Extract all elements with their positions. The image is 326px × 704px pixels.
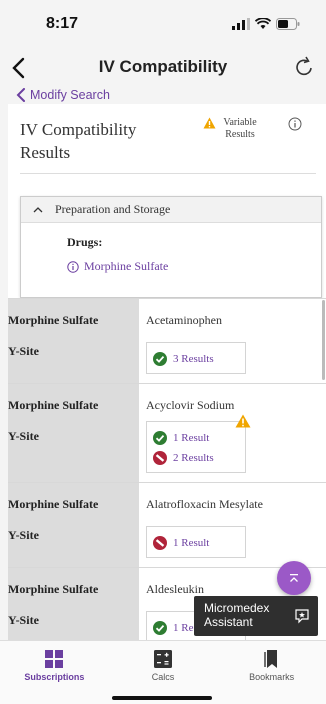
page-title: IV Compatibility xyxy=(98,57,228,76)
table-row[interactable]: Morphine Sulfate Y-Site Alatrofloxacin M… xyxy=(8,482,326,567)
results-list: Morphine Sulfate Y-Site Acetaminophen 3 … xyxy=(8,298,326,647)
result-line: 3 Results xyxy=(153,349,245,369)
grid-icon xyxy=(45,650,64,668)
tab-label: Bookmarks xyxy=(249,672,295,682)
status-time: 8:17 xyxy=(46,15,79,32)
navigation-bar: IV Compatibility xyxy=(0,48,326,86)
bookmark-icon xyxy=(263,650,277,668)
results-title: IV Compatibility Results xyxy=(20,120,137,162)
tab-label: Subscriptions xyxy=(24,672,85,682)
result-label: 3 Results xyxy=(173,353,214,365)
row-drug-cell: Morphine Sulfate Y-Site xyxy=(8,384,139,482)
result-line: 2 Results xyxy=(153,448,245,468)
variable-results-label: Variable Results xyxy=(223,117,257,140)
row-result-cell: Acyclovir Sodium 1 Result 2 Results xyxy=(139,384,326,482)
incompatible-prohibited-icon xyxy=(153,536,167,550)
result-line: 1 Result xyxy=(153,428,245,448)
info-icon xyxy=(67,260,79,273)
row-method: Y-Site xyxy=(8,429,39,443)
preparation-storage-panel: Preparation and Storage Drugs: Morphine … xyxy=(20,196,322,298)
divider xyxy=(20,173,316,174)
info-icon[interactable] xyxy=(288,117,302,131)
result-box[interactable]: 1 Result xyxy=(146,526,246,558)
modify-search-link[interactable]: Modify Search xyxy=(16,86,110,104)
table-row[interactable]: Morphine Sulfate Y-Site Acetaminophen 3 … xyxy=(8,298,326,383)
chevron-up-icon xyxy=(33,207,43,213)
tab-bookmarks[interactable]: Bookmarks xyxy=(217,641,326,704)
chevron-left-icon xyxy=(16,88,25,102)
incompatible-prohibited-icon xyxy=(153,451,167,465)
warning-icon xyxy=(203,117,216,129)
home-indicator xyxy=(112,696,212,700)
signal-icon xyxy=(232,18,250,30)
tab-subscriptions[interactable]: Subscriptions xyxy=(0,641,109,704)
row-drug-name: Morphine Sulfate xyxy=(8,313,99,327)
row-drug-name: Morphine Sulfate xyxy=(8,582,99,596)
assistant-button[interactable]: Micromedex Assistant xyxy=(194,596,318,636)
row-drug-name: Morphine Sulfate xyxy=(8,398,99,412)
result-label: 2 Results xyxy=(173,452,214,464)
result-box[interactable]: 3 Results xyxy=(146,342,246,374)
table-row[interactable]: Morphine Sulfate Y-Site Acyclovir Sodium… xyxy=(8,383,326,482)
calculator-icon xyxy=(154,650,172,668)
compatible-check-icon xyxy=(153,431,167,445)
chevron-up-icon xyxy=(290,574,298,582)
row-drug-cell: Morphine Sulfate Y-Site xyxy=(8,568,139,647)
status-icons xyxy=(232,18,300,30)
scrollbar[interactable] xyxy=(322,300,325,380)
tab-label: Calcs xyxy=(151,672,175,682)
result-box[interactable]: 1 Result 2 Results xyxy=(146,421,246,473)
tab-bar: Subscriptions Calcs Bookmarks xyxy=(0,640,326,704)
variable-results-legend: Variable Results xyxy=(203,117,260,141)
result-line: 1 Result xyxy=(153,533,245,553)
compatible-check-icon xyxy=(153,352,167,366)
results-header-card: IV Compatibility Results Variable Result… xyxy=(8,104,326,298)
row-drug-name: Morphine Sulfate xyxy=(8,497,99,511)
preparation-storage-toggle[interactable]: Preparation and Storage xyxy=(21,197,321,223)
row-method: Y-Site xyxy=(8,344,39,358)
back-chevron-icon[interactable] xyxy=(8,56,32,80)
row-other-drug: Acetaminophen xyxy=(146,313,222,327)
row-result-cell: Alatrofloxacin Mesylate 1 Result xyxy=(139,483,326,567)
drugs-label: Drugs: xyxy=(67,235,103,249)
modify-search-label: Modify Search xyxy=(30,88,110,102)
row-other-drug: Alatrofloxacin Mesylate xyxy=(146,497,263,511)
row-result-cell: Acetaminophen 3 Results xyxy=(139,299,326,383)
wifi-icon xyxy=(255,18,271,29)
refresh-icon[interactable] xyxy=(292,55,316,79)
status-bar: 8:17 xyxy=(0,0,326,48)
drug-link-morphine[interactable]: Morphine Sulfate xyxy=(67,259,168,274)
result-label: 1 Result xyxy=(173,537,210,549)
tab-calcs[interactable]: Calcs xyxy=(109,641,218,704)
chat-bubble-icon xyxy=(295,609,309,624)
row-method: Y-Site xyxy=(8,528,39,542)
battery-icon xyxy=(276,18,300,30)
drug-link-label: Morphine Sulfate xyxy=(84,259,169,273)
variable-warning-icon xyxy=(235,414,251,428)
preparation-storage-label: Preparation and Storage xyxy=(55,202,171,216)
row-drug-cell: Morphine Sulfate Y-Site xyxy=(8,299,139,383)
result-label: 1 Re xyxy=(173,622,194,634)
row-method: Y-Site xyxy=(8,613,39,627)
row-other-drug: Acyclovir Sodium xyxy=(146,398,235,412)
row-drug-cell: Morphine Sulfate Y-Site xyxy=(8,483,139,567)
compatible-check-icon xyxy=(153,621,167,635)
scroll-to-top-button[interactable] xyxy=(277,561,311,595)
result-label: 1 Result xyxy=(173,432,210,444)
